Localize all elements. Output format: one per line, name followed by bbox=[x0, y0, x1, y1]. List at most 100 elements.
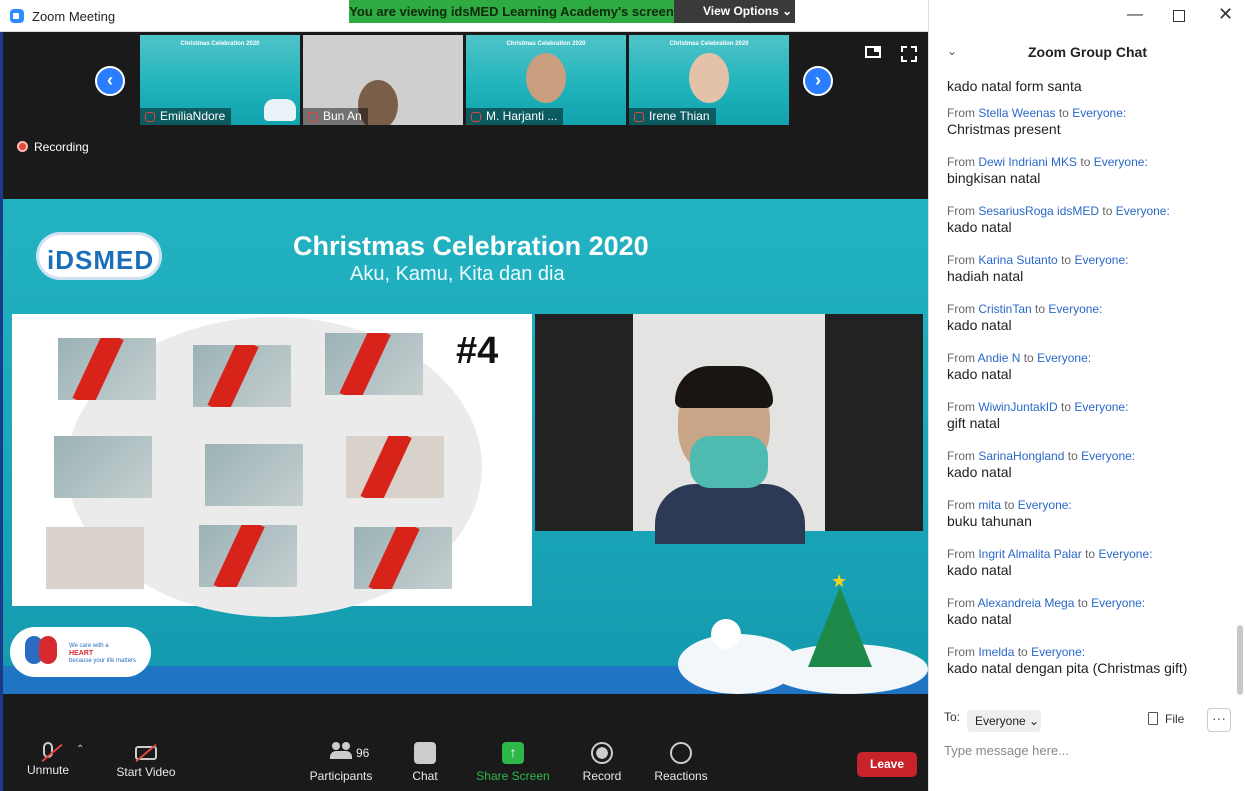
recipient-name[interactable]: Everyone: bbox=[1116, 204, 1170, 218]
sender-name[interactable]: Alexandreia Mega bbox=[978, 596, 1075, 610]
recipient-name[interactable]: Everyone: bbox=[1098, 547, 1152, 561]
leave-button[interactable]: Leave bbox=[857, 752, 917, 777]
christmas-illustration: ★ bbox=[678, 569, 928, 694]
record-label: Record bbox=[582, 769, 622, 783]
chat-message-list[interactable]: kado natal form santa From Stella Weenas… bbox=[947, 72, 1227, 690]
recipient-name[interactable]: Everyone: bbox=[1094, 155, 1148, 169]
recipient-name[interactable]: Everyone: bbox=[1031, 645, 1085, 659]
message-text: kado natal bbox=[947, 219, 1012, 235]
chat-message: kado natal form santa bbox=[947, 72, 1227, 102]
record-dot-icon bbox=[17, 141, 28, 152]
participant-thumbnail[interactable]: Christmas Celebration 2020 M. Harjanti .… bbox=[466, 35, 626, 125]
sender-name[interactable]: Dewi Indriani MKS bbox=[978, 155, 1077, 169]
minimize-icon[interactable]: — bbox=[1127, 6, 1143, 24]
chat-button[interactable]: Chat bbox=[403, 718, 447, 791]
sender-name[interactable]: SarinaHongland bbox=[978, 449, 1064, 463]
record-button[interactable]: Record bbox=[577, 718, 627, 791]
puzzle-piece bbox=[58, 338, 156, 400]
message-text: kado natal form santa bbox=[947, 78, 1082, 94]
message-header: From Dewi Indriani MKS to Everyone: bbox=[947, 155, 1148, 169]
recipient-name[interactable]: Everyone: bbox=[1037, 351, 1091, 365]
sender-name[interactable]: mita bbox=[978, 498, 1001, 512]
puzzle-piece bbox=[54, 436, 152, 498]
reactions-button[interactable]: Reactions bbox=[651, 718, 711, 791]
face-mask bbox=[690, 436, 768, 488]
heart-tagline: We care with a HEART because your life mat… bbox=[69, 643, 137, 664]
sender-name[interactable]: Ingrit Almalita Palar bbox=[978, 547, 1081, 561]
message-header: From WiwinJuntakID to Everyone: bbox=[947, 400, 1129, 414]
recording-indicator: Recording bbox=[17, 140, 89, 154]
view-options-button[interactable]: View Options ⌄ bbox=[674, 0, 795, 23]
camera-off-icon bbox=[135, 743, 157, 763]
recipient-name[interactable]: Everyone: bbox=[1048, 302, 1102, 316]
logo-text: iDSMED bbox=[47, 245, 155, 275]
chat-message-input[interactable] bbox=[944, 740, 1234, 760]
chat-scrollbar[interactable] bbox=[1237, 625, 1243, 695]
file-button[interactable]: File bbox=[1148, 712, 1184, 726]
message-text: gift natal bbox=[947, 415, 1000, 431]
sender-name[interactable]: WiwinJuntakID bbox=[978, 400, 1057, 414]
more-options-button[interactable]: ··· bbox=[1207, 708, 1231, 732]
message-header: From Andie N to Everyone: bbox=[947, 351, 1092, 365]
recipient-name[interactable]: Everyone: bbox=[1074, 253, 1128, 267]
participant-thumbnail[interactable]: Bun An bbox=[303, 35, 463, 125]
share-screen-icon: ↑ bbox=[502, 742, 524, 764]
smiley-icon bbox=[670, 742, 692, 764]
message-text: hadiah natal bbox=[947, 268, 1024, 284]
chat-message: From SarinaHongland to Everyone: kado nat… bbox=[947, 445, 1227, 494]
sender-name[interactable]: Imelda bbox=[978, 645, 1014, 659]
recipient-name[interactable]: Everyone: bbox=[1072, 106, 1126, 120]
puzzle-number: #4 bbox=[456, 330, 499, 372]
message-text: kado natal dengan pita (Christmas gift) bbox=[947, 660, 1188, 676]
audio-options-caret[interactable]: ⌃ bbox=[76, 744, 84, 755]
slide-title: Christmas Celebration 2020 bbox=[293, 231, 649, 261]
thumbnail-slide-title: Christmas Celebration 2020 bbox=[180, 41, 260, 47]
prev-page-button[interactable]: ‹ bbox=[95, 66, 125, 96]
share-screen-label: Share Screen bbox=[476, 769, 550, 783]
message-text: kado natal bbox=[947, 317, 1012, 333]
layout-toggle-icon[interactable] bbox=[865, 46, 881, 58]
mic-muted-icon bbox=[308, 112, 318, 122]
chat-message: From Ingrit Almalita Palar to Everyone: k… bbox=[947, 543, 1227, 592]
start-video-label: Start Video bbox=[116, 765, 176, 779]
recipient-select[interactable]: Everyone ⌄ bbox=[967, 710, 1041, 732]
next-page-button[interactable]: › bbox=[803, 66, 833, 96]
start-video-button[interactable]: Start Video bbox=[108, 718, 184, 791]
puzzle-piece bbox=[346, 436, 444, 498]
slide-subtitle: Aku, Kamu, Kita dan dia bbox=[350, 263, 565, 285]
fullscreen-icon[interactable] bbox=[901, 46, 917, 62]
close-icon[interactable]: ✕ bbox=[1218, 4, 1233, 25]
participant-video bbox=[526, 53, 566, 103]
sender-name[interactable]: SesariusRoga idsMED bbox=[978, 204, 1099, 218]
file-icon bbox=[1148, 712, 1158, 725]
sender-name[interactable]: CristinTan bbox=[978, 302, 1031, 316]
star-icon: ★ bbox=[831, 571, 848, 591]
recipient-name[interactable]: Everyone: bbox=[1091, 596, 1145, 610]
snowman-icon bbox=[711, 619, 741, 649]
maximize-icon[interactable] bbox=[1173, 10, 1185, 22]
sender-name[interactable]: Karina Sutanto bbox=[978, 253, 1057, 267]
recipient-name[interactable]: Everyone: bbox=[1018, 498, 1072, 512]
recipient-name[interactable]: Everyone: bbox=[1081, 449, 1135, 463]
puzzle-piece bbox=[46, 527, 144, 589]
sender-name[interactable]: Stella Weenas bbox=[978, 106, 1055, 120]
message-header: From SarinaHongland to Everyone: bbox=[947, 449, 1136, 463]
chat-message: From CristinTan to Everyone: kado natal bbox=[947, 298, 1227, 347]
message-text: kado natal bbox=[947, 464, 1012, 480]
message-text: kado natal bbox=[947, 562, 1012, 578]
viewing-screen-banner: You are viewing idsMED Learning Academy'… bbox=[349, 0, 674, 23]
sender-name[interactable]: Andie N bbox=[978, 351, 1021, 365]
message-text: bingkisan natal bbox=[947, 170, 1041, 186]
participant-thumbnail[interactable]: Christmas Celebration 2020 EmiliaNdore bbox=[140, 35, 300, 125]
to-label: To: bbox=[944, 710, 961, 724]
participant-thumbnail[interactable]: Christmas Celebration 2020 Irene Thian bbox=[629, 35, 789, 125]
message-header: From Alexandreia Mega to Everyone: bbox=[947, 596, 1146, 610]
presenter-hair bbox=[675, 366, 773, 408]
unmute-button[interactable]: Unmute bbox=[20, 718, 76, 791]
heart-logo-icon bbox=[25, 636, 61, 668]
share-screen-button[interactable]: ↑ Share Screen bbox=[473, 718, 553, 791]
chat-panel: — ✕ ⌄ Zoom Group Chat kado natal form sa… bbox=[928, 0, 1245, 791]
recipient-name[interactable]: Everyone: bbox=[1074, 400, 1128, 414]
participant-name: M. Harjanti ... bbox=[466, 108, 564, 125]
microphone-muted-icon bbox=[41, 742, 63, 763]
